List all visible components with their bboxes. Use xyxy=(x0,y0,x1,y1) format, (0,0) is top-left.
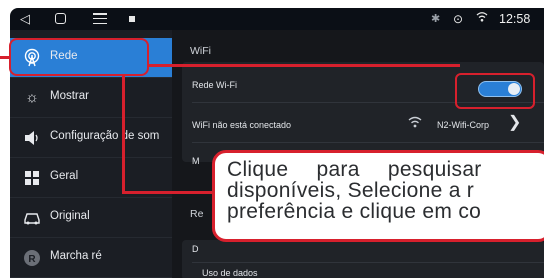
bluetooth-icon: ✱ xyxy=(431,13,441,25)
callout-text: Clique para pesquisar disponíveis, Selec… xyxy=(227,159,544,222)
section-title-second: Re xyxy=(190,208,204,220)
wifi-icon xyxy=(476,9,488,31)
grid-icon xyxy=(22,168,42,188)
divider xyxy=(192,142,544,143)
sidebar-item-label: Marcha ré xyxy=(50,250,102,262)
annotation-connector xyxy=(122,75,125,193)
sidebar-item-label: Mostrar xyxy=(50,90,89,102)
menu-icon[interactable] xyxy=(93,13,107,25)
data-usage-label[interactable]: Uso de dados xyxy=(202,268,258,278)
wifi-signal-icon xyxy=(408,116,422,131)
clock-time: 12:58 xyxy=(499,12,531,26)
callout-line: Clique para pesquisar xyxy=(227,158,482,181)
sidebar-item-label: Original xyxy=(50,210,90,222)
sidebar-item-original[interactable]: Original xyxy=(10,198,172,238)
annotation-highlight-rede xyxy=(9,38,149,76)
home-icon[interactable] xyxy=(55,13,66,24)
callout-line: disponíveis, Selecione a r xyxy=(227,179,475,202)
callout-line: preferência e clique em co xyxy=(227,200,482,223)
network-name[interactable]: N2-Wifi-Corp xyxy=(437,120,489,130)
chevron-right-icon[interactable]: ❯ xyxy=(508,112,521,132)
speaker-icon xyxy=(22,128,42,148)
annotation-connector xyxy=(149,64,460,67)
truncated-row-label[interactable]: M xyxy=(192,156,200,166)
divider xyxy=(192,262,544,263)
location-pin-icon: ⊙ xyxy=(453,12,464,26)
sidebar-item-label: Geral xyxy=(50,170,79,182)
instruction-callout: Clique para pesquisar disponíveis, Selec… xyxy=(212,150,544,242)
data-card: D Uso de dados xyxy=(182,240,544,278)
sidebar-item-som[interactable]: Configuração de som xyxy=(10,118,172,158)
sidebar-item-label: Configuração de som xyxy=(50,130,160,142)
sidebar-item-marcha-re[interactable]: R Marcha ré xyxy=(10,238,172,278)
connection-status[interactable]: WiFi não está conectado xyxy=(192,120,291,130)
annotation-highlight-toggle xyxy=(455,73,535,109)
svg-text:R: R xyxy=(28,254,36,265)
wifi-toggle-label: Rede Wi-Fi xyxy=(192,80,238,90)
car-icon xyxy=(22,208,42,228)
back-icon[interactable]: ◁ xyxy=(20,8,30,30)
reverse-r-icon: R xyxy=(22,248,42,268)
sidebar-item-mostrar[interactable]: ☼ Mostrar xyxy=(10,78,172,118)
annotation-connector xyxy=(122,191,214,194)
sun-brightness-icon: ☼ xyxy=(25,89,39,106)
status-bar: ◁ ✱ ⊙ 12:58 xyxy=(10,8,544,30)
screenshot-frame: ◁ ✱ ⊙ 12:58 Rede ☼ Mostrar Configuração … xyxy=(0,0,544,278)
section-title-wifi: WiFi xyxy=(190,45,211,57)
data-row-label[interactable]: D xyxy=(192,244,199,254)
notification-icon xyxy=(129,16,135,22)
